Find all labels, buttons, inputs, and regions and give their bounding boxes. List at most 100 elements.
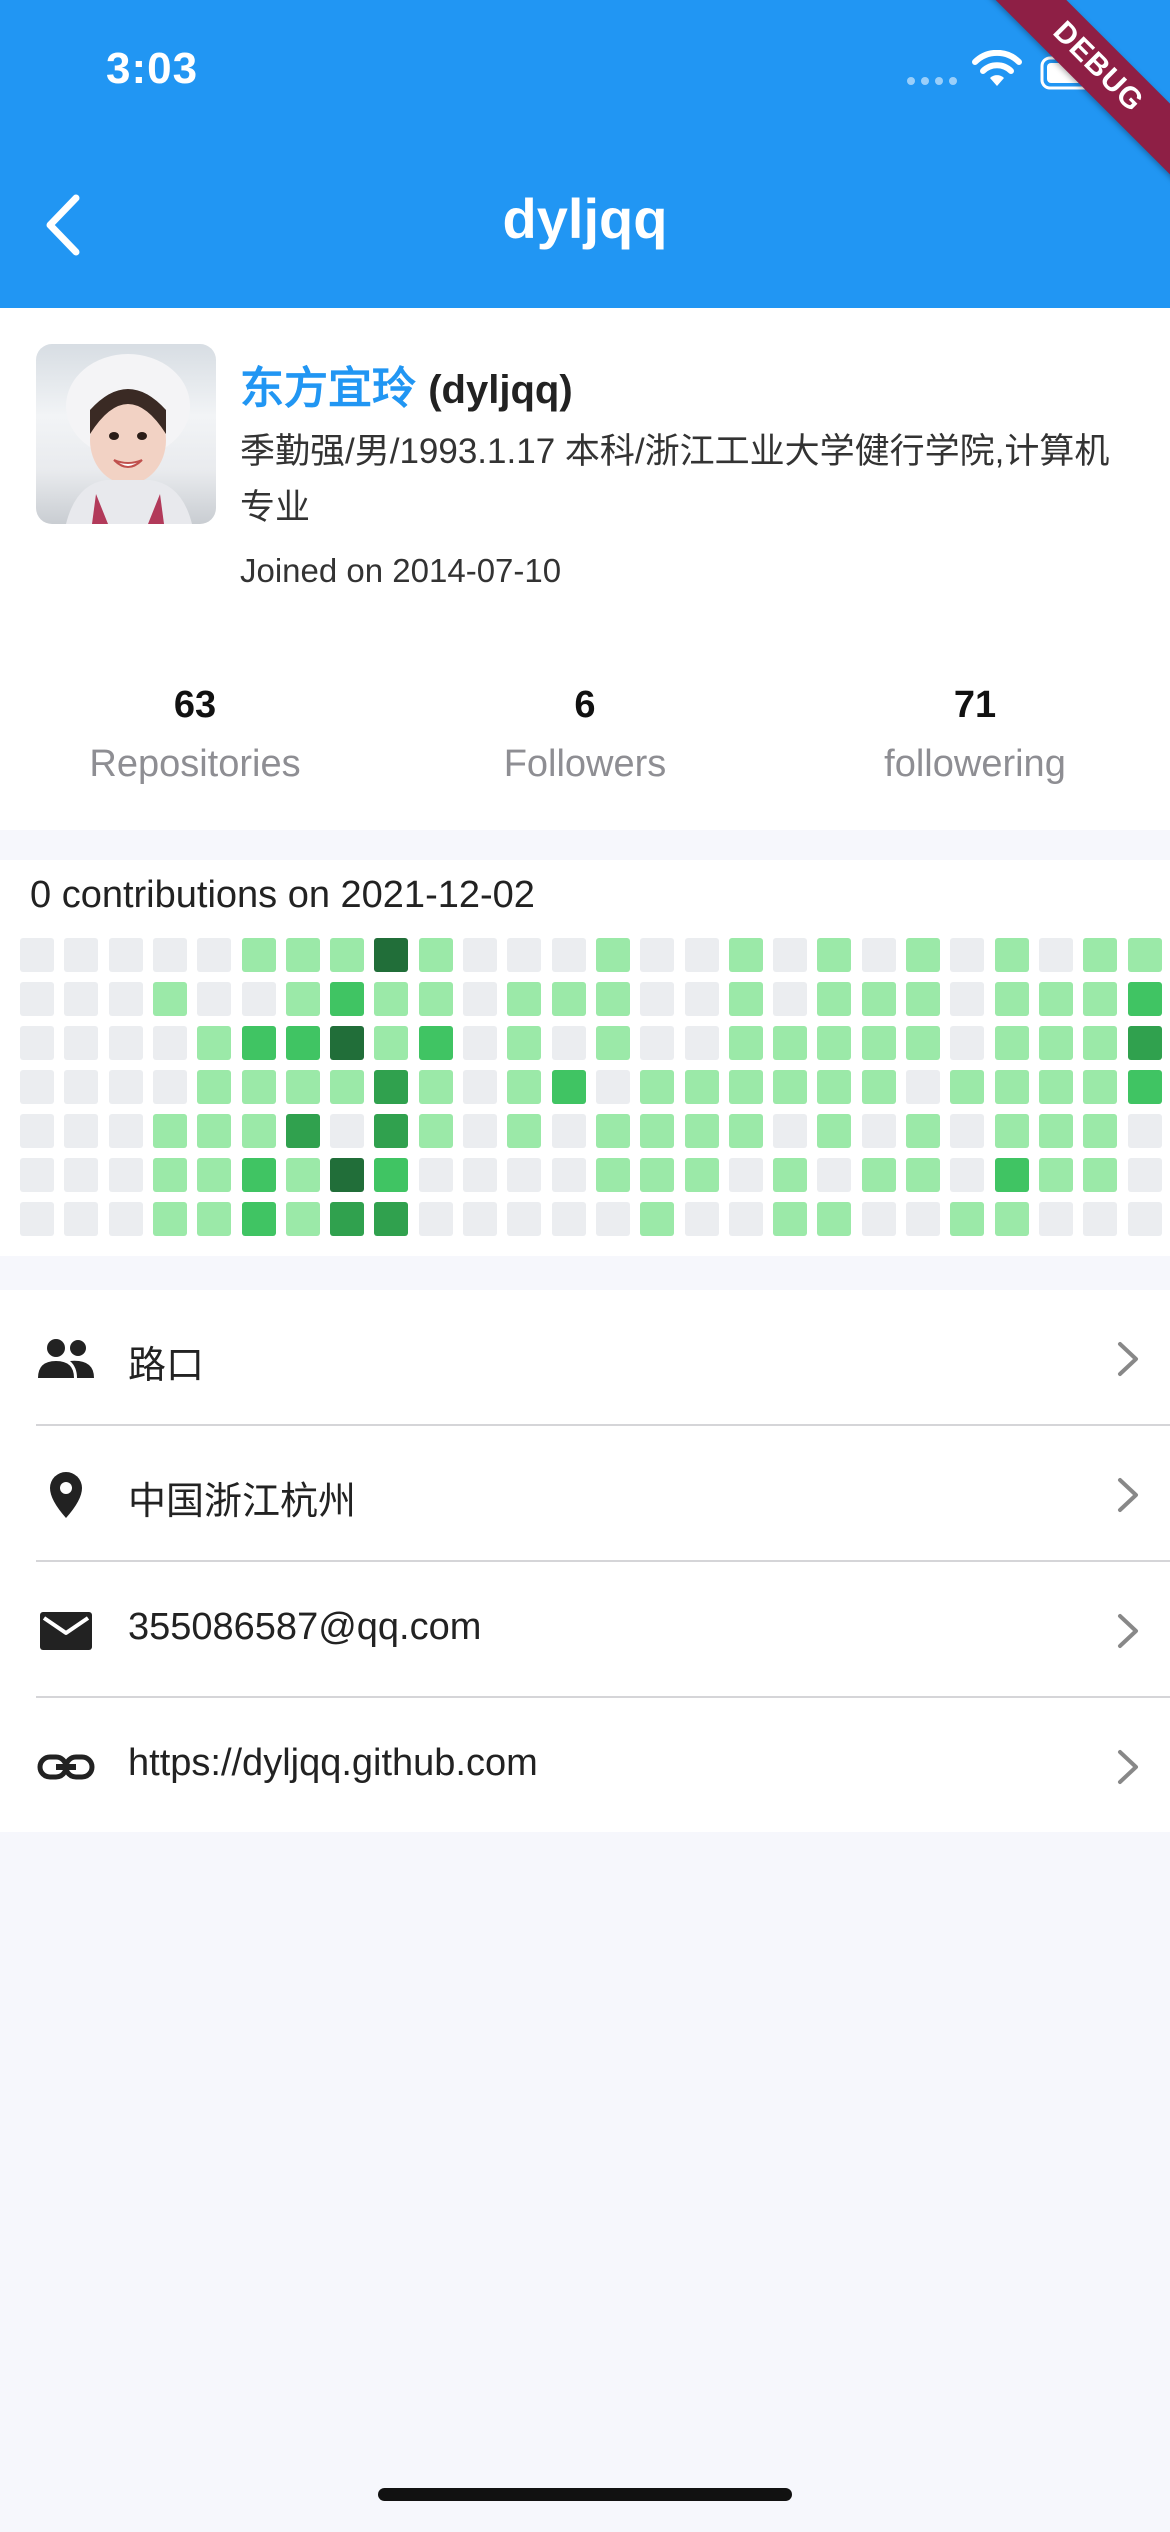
contribution-cell[interactable] — [197, 1070, 231, 1104]
contribution-cell[interactable] — [109, 1070, 143, 1104]
contribution-cell[interactable] — [286, 1070, 320, 1104]
contribution-cell[interactable] — [463, 1070, 497, 1104]
contribution-cell[interactable] — [596, 1114, 630, 1148]
info-row-location[interactable]: 中国浙江杭州 — [36, 1426, 1170, 1562]
contribution-cell[interactable] — [640, 1202, 674, 1236]
contribution-cell[interactable] — [286, 1158, 320, 1192]
contribution-cell[interactable] — [950, 1070, 984, 1104]
contribution-cell[interactable] — [374, 982, 408, 1016]
contribution-cell[interactable] — [862, 1158, 896, 1192]
contribution-cell[interactable] — [109, 1158, 143, 1192]
contribution-cell[interactable] — [463, 938, 497, 972]
contribution-cell[interactable] — [330, 982, 364, 1016]
contribution-cell[interactable] — [286, 1202, 320, 1236]
contribution-cell[interactable] — [20, 1202, 54, 1236]
contribution-cell[interactable] — [906, 1202, 940, 1236]
contribution-cell[interactable] — [995, 1114, 1029, 1148]
contribution-cell[interactable] — [507, 1114, 541, 1148]
contribution-cell[interactable] — [729, 982, 763, 1016]
contribution-cell[interactable] — [64, 1114, 98, 1148]
contribution-cell[interactable] — [906, 982, 940, 1016]
contribution-cell[interactable] — [950, 982, 984, 1016]
contribution-cell[interactable] — [419, 1202, 453, 1236]
contribution-cell[interactable] — [950, 1114, 984, 1148]
contribution-cell[interactable] — [862, 1070, 896, 1104]
contribution-cell[interactable] — [286, 982, 320, 1016]
contribution-cell[interactable] — [773, 1202, 807, 1236]
contribution-cell[interactable] — [552, 982, 586, 1016]
contribution-cell[interactable] — [950, 1158, 984, 1192]
contribution-cell[interactable] — [242, 982, 276, 1016]
contribution-cell[interactable] — [242, 1158, 276, 1192]
contribution-cell[interactable] — [685, 982, 719, 1016]
contribution-cell[interactable] — [906, 1026, 940, 1060]
contribution-cell[interactable] — [773, 1070, 807, 1104]
contribution-cell[interactable] — [1128, 1158, 1162, 1192]
contribution-cell[interactable] — [862, 1202, 896, 1236]
contribution-cell[interactable] — [685, 1026, 719, 1060]
contribution-cell[interactable] — [640, 982, 674, 1016]
contribution-cell[interactable] — [20, 1158, 54, 1192]
contribution-cell[interactable] — [1128, 982, 1162, 1016]
contribution-cell[interactable] — [419, 982, 453, 1016]
contribution-cell[interactable] — [153, 1114, 187, 1148]
contribution-cell[interactable] — [197, 1202, 231, 1236]
contribution-cell[interactable] — [950, 1202, 984, 1236]
contribution-cell[interactable] — [286, 938, 320, 972]
contribution-cell[interactable] — [773, 1114, 807, 1148]
contribution-cell[interactable] — [817, 982, 851, 1016]
stat-repositories[interactable]: 63 Repositories — [0, 684, 390, 786]
contribution-cell[interactable] — [374, 1158, 408, 1192]
contribution-cell[interactable] — [507, 1202, 541, 1236]
contribution-cell[interactable] — [729, 1114, 763, 1148]
contribution-cell[interactable] — [950, 1026, 984, 1060]
contribution-cell[interactable] — [640, 1158, 674, 1192]
contribution-cell[interactable] — [906, 1158, 940, 1192]
contribution-cell[interactable] — [20, 1114, 54, 1148]
contribution-cell[interactable] — [242, 1070, 276, 1104]
contribution-cell[interactable] — [109, 1114, 143, 1148]
contribution-cell[interactable] — [1083, 1202, 1117, 1236]
contribution-cell[interactable] — [463, 1202, 497, 1236]
contribution-cell[interactable] — [330, 1114, 364, 1148]
contribution-cell[interactable] — [1083, 938, 1117, 972]
contribution-cell[interactable] — [552, 1202, 586, 1236]
contribution-cell[interactable] — [995, 1070, 1029, 1104]
contribution-cell[interactable] — [906, 938, 940, 972]
contribution-cell[interactable] — [20, 982, 54, 1016]
contribution-cell[interactable] — [153, 1070, 187, 1104]
contribution-cell[interactable] — [197, 1114, 231, 1148]
contribution-cell[interactable] — [330, 938, 364, 972]
contribution-cell[interactable] — [817, 1158, 851, 1192]
contribution-cell[interactable] — [330, 1070, 364, 1104]
contribution-cell[interactable] — [64, 1070, 98, 1104]
contribution-cell[interactable] — [1128, 1070, 1162, 1104]
contribution-cell[interactable] — [64, 982, 98, 1016]
contribution-cell[interactable] — [419, 938, 453, 972]
contribution-cell[interactable] — [596, 1202, 630, 1236]
contribution-cell[interactable] — [552, 1026, 586, 1060]
contribution-cell[interactable] — [374, 1114, 408, 1148]
info-row-company[interactable]: 路口 — [36, 1290, 1170, 1426]
contribution-cell[interactable] — [463, 1026, 497, 1060]
contribution-cell[interactable] — [374, 1070, 408, 1104]
contribution-cell[interactable] — [153, 1158, 187, 1192]
contribution-cell[interactable] — [906, 1114, 940, 1148]
contribution-cell[interactable] — [596, 982, 630, 1016]
contribution-cell[interactable] — [817, 1070, 851, 1104]
contribution-cell[interactable] — [862, 1026, 896, 1060]
contribution-cell[interactable] — [995, 1202, 1029, 1236]
contribution-cell[interactable] — [64, 1158, 98, 1192]
contribution-cell[interactable] — [419, 1114, 453, 1148]
contribution-cell[interactable] — [729, 1026, 763, 1060]
contribution-cell[interactable] — [109, 982, 143, 1016]
contribution-cell[interactable] — [242, 1026, 276, 1060]
contribution-cell[interactable] — [507, 938, 541, 972]
contribution-cell[interactable] — [153, 982, 187, 1016]
info-row-blog[interactable]: https://dyljqq.github.com — [36, 1698, 1170, 1832]
contribution-cell[interactable] — [685, 1202, 719, 1236]
contribution-cell[interactable] — [995, 1158, 1029, 1192]
contribution-cell[interactable] — [1039, 1026, 1073, 1060]
contribution-cell[interactable] — [153, 938, 187, 972]
contribution-cell[interactable] — [20, 938, 54, 972]
